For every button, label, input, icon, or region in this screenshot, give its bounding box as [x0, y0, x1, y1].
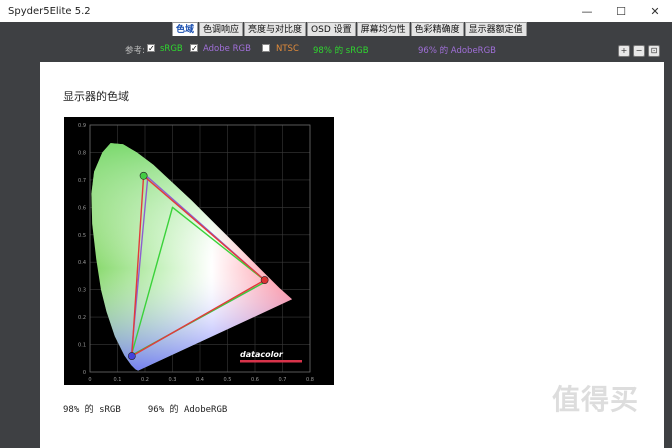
window-controls: — ☐ ✕	[570, 0, 672, 22]
adobe-rgb-coverage-result: 96% 的 AdobeRGB	[418, 46, 497, 56]
x-tick-label: 0.5	[224, 377, 232, 383]
x-tick-label: 0.7	[279, 377, 287, 383]
cie-chart-area: 0 0.1 0.2 0.3 0.4 0.5 0.6 0.7 0.8 0 0.1 0.2 0.3 0.4 0.…	[64, 117, 334, 385]
zoom-out-icon[interactable]: −	[633, 45, 645, 57]
spectral-locus-shading	[91, 143, 293, 371]
zoom-in-icon[interactable]: +	[618, 45, 630, 57]
primary-point	[139, 171, 148, 180]
y-tick-label: 0.8	[78, 150, 86, 156]
primary-point	[260, 276, 269, 284]
adobe-rgb-option-label: Adobe RGB	[203, 44, 251, 54]
tab-tone-response[interactable]: 色调响应	[199, 22, 244, 36]
tab-display-rating[interactable]: 显示器额定值	[464, 22, 527, 36]
zoom-fit-icon[interactable]: ⊡	[648, 45, 660, 57]
y-tick-label: 0.5	[78, 233, 86, 239]
x-tick-label: 0.4	[196, 377, 204, 383]
panel-heading: 显示器的色域	[63, 90, 129, 103]
cie-chromaticity-chart: 0 0.1 0.2 0.3 0.4 0.5 0.6 0.7 0.8 0 0.1 0.2 0.3 0.4 0.…	[78, 123, 314, 383]
datacolor-logo-bar	[240, 360, 302, 363]
watermark-logo: 值得买	[552, 383, 640, 416]
window-title: Spyder5Elite 5.2	[8, 5, 91, 17]
x-tick-label: 0.8	[306, 377, 314, 383]
y-tick-label: 0.1	[78, 343, 86, 349]
minimize-button[interactable]: —	[570, 0, 604, 22]
x-tick-label: 0.3	[169, 377, 177, 383]
y-tick-label: 0.6	[78, 205, 86, 211]
x-tick-label: 0	[88, 377, 91, 383]
zoom-controls: + − ⊡	[618, 45, 660, 57]
x-tick-label: 0.1	[114, 377, 122, 383]
tab-color-accuracy[interactable]: 色彩精确度	[410, 22, 464, 36]
primary-point	[127, 352, 136, 360]
ntsc-checkbox[interactable]	[262, 44, 270, 52]
close-button[interactable]: ✕	[638, 0, 672, 22]
y-tick-label: 0.4	[78, 260, 86, 266]
reference-label: 参考:	[125, 46, 145, 56]
x-tick-label: 0.6	[251, 377, 259, 383]
adobe-rgb-checkbox[interactable]: ✓	[190, 44, 198, 53]
tab-bar: 色域 色调响应 亮度与对比度 OSD 设置 屏幕均匀性 色彩精确度 显示器额定值	[172, 22, 528, 36]
y-tick-label: 0.7	[78, 178, 86, 184]
srgb-coverage-result: 98% 的 sRGB	[313, 46, 369, 56]
maximize-button[interactable]: ☐	[604, 0, 638, 22]
y-tick-label: 0.9	[78, 123, 86, 129]
srgb-checkbox[interactable]: ✓	[147, 44, 155, 53]
ntsc-option-label: NTSC	[276, 44, 299, 54]
tab-brightness-contrast[interactable]: 亮度与对比度	[244, 22, 307, 36]
reference-legend: 参考: ✓ sRGB ✓ Adobe RGB NTSC 98% 的 sRGB 9…	[0, 42, 672, 58]
datacolor-logo: datacolor	[240, 350, 284, 359]
title-bar: Spyder5Elite 5.2 — ☐ ✕	[0, 0, 672, 22]
y-tick-label: 0.3	[78, 288, 86, 294]
y-tick-label: 0	[83, 370, 86, 376]
tab-gamut[interactable]: 色域	[172, 22, 199, 36]
coverage-summary: 98% 的 sRGB 96% 的 AdobeRGB	[63, 405, 228, 415]
srgb-option-label: sRGB	[160, 44, 183, 54]
y-tick-label: 0.2	[78, 315, 86, 321]
tab-screen-uniformity[interactable]: 屏幕均匀性	[356, 22, 410, 36]
tab-osd-settings[interactable]: OSD 设置	[307, 22, 356, 36]
x-tick-label: 0.2	[141, 377, 149, 383]
